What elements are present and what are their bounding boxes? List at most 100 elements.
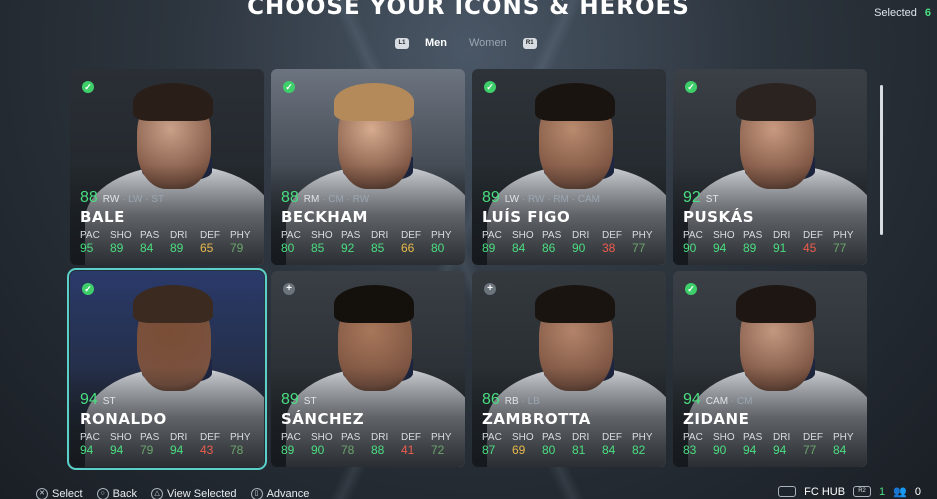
stat-labels: PAC SHO PAS DRI DEF PHY bbox=[683, 230, 861, 241]
fc-hub-label[interactable]: FC HUB bbox=[804, 486, 845, 498]
stat-value-phy: 78 bbox=[230, 443, 244, 457]
stat-value-dri: 94 bbox=[773, 443, 787, 457]
selected-check-icon[interactable]: ✓ bbox=[283, 81, 295, 93]
player-name: BECKHAM bbox=[281, 208, 368, 226]
positions: CAM · CM bbox=[706, 396, 753, 407]
stat-value-pac: 80 bbox=[281, 241, 295, 255]
primary-position: ST bbox=[102, 396, 116, 407]
player-name: SÁNCHEZ bbox=[281, 410, 365, 428]
circle-button-icon: ○ bbox=[96, 488, 109, 499]
stat-label-def: DEF bbox=[200, 432, 220, 443]
scrollbar[interactable] bbox=[880, 85, 883, 235]
stat-label-pas: PAS bbox=[743, 230, 763, 241]
l1-button-icon[interactable]: L1 bbox=[395, 37, 409, 49]
stat-label-pas: PAS bbox=[743, 432, 763, 443]
selected-count: 6 bbox=[924, 7, 931, 19]
stat-label-pac: PAC bbox=[482, 432, 502, 443]
triangle-button-icon: △ bbox=[151, 488, 164, 499]
player-card-snchez[interactable]: +89 ST SÁNCHEZ PAC SHO PAS DRI DEF PHY 89 90 78 88 41… bbox=[271, 271, 465, 467]
stat-value-dri: 89 bbox=[170, 241, 184, 255]
stat-value-pas: 89 bbox=[743, 241, 757, 255]
advance-action[interactable]: ▯ Advance bbox=[250, 488, 310, 499]
player-card-ronaldo[interactable]: ✓ 94 ST RONALDO PAC SHO PAS DRI DEF PHY 94 94 79 94 43… bbox=[67, 268, 267, 470]
stat-value-dri: 85 bbox=[371, 241, 385, 255]
player-card-lusfigo[interactable]: ✓ 89 LW · RW · RM · CAM LUÍS FIGO PAC SHO PAS D… bbox=[472, 69, 666, 265]
alt-positions: · CM · RW bbox=[319, 194, 370, 205]
stat-label-dri: DRI bbox=[170, 432, 188, 443]
player-card-pusks[interactable]: ✓ 92 ST PUSKÁS PAC SHO PAS DRI DEF PHY 90 94 89 91 45 7… bbox=[673, 69, 867, 265]
stat-label-pac: PAC bbox=[281, 432, 301, 443]
add-plus-icon[interactable]: + bbox=[484, 283, 496, 295]
rating-row: 94 CAM · CM bbox=[683, 391, 752, 409]
stat-label-pac: PAC bbox=[80, 230, 100, 241]
stat-label-pas: PAS bbox=[140, 432, 160, 443]
footer-actions: ✕ Select ○ Back △ View Selected ▯ Advanc… bbox=[36, 487, 309, 499]
stat-label-sho: SHO bbox=[512, 432, 534, 443]
rating-row: 89 LW · RW · RM · CAM bbox=[482, 189, 600, 207]
r1-button-icon[interactable]: R1 bbox=[522, 37, 537, 49]
stat-label-sho: SHO bbox=[110, 230, 132, 241]
stat-value-pac: 89 bbox=[482, 241, 496, 255]
selected-check-icon[interactable]: ✓ bbox=[82, 283, 94, 295]
stat-label-pas: PAS bbox=[341, 432, 361, 443]
player-card-bale[interactable]: ✓ 88 RW · LW · ST BALE PAC SHO PAS DRI DEF PHY 95 8… bbox=[70, 69, 264, 265]
stat-values: 90 94 89 91 45 77 bbox=[683, 241, 861, 255]
stat-values: 83 90 94 94 77 84 bbox=[683, 443, 861, 457]
fc-hub-button-icon[interactable] bbox=[778, 486, 797, 497]
player-card-zambrotta[interactable]: +86 RB · LB ZAMBROTTA PAC SHO PAS DRI DEF PHY 87 6… bbox=[472, 271, 666, 467]
stat-value-dri: 94 bbox=[170, 443, 184, 457]
selected-check-icon[interactable]: ✓ bbox=[685, 283, 697, 295]
stat-value-sho: 94 bbox=[713, 241, 727, 255]
stat-value-phy: 82 bbox=[632, 443, 646, 457]
stat-value-pas: 79 bbox=[140, 443, 154, 457]
primary-position: RM bbox=[303, 194, 320, 205]
stat-values: 94 94 79 94 43 78 bbox=[80, 443, 258, 457]
view-selected-action[interactable]: △ View Selected bbox=[151, 488, 237, 499]
player-name: BALE bbox=[80, 208, 125, 226]
stat-label-phy: PHY bbox=[431, 230, 452, 241]
rating-row: 89 ST bbox=[281, 391, 317, 409]
advance-label: Advance bbox=[266, 488, 310, 499]
selected-check-icon[interactable]: ✓ bbox=[82, 81, 94, 93]
stat-label-def: DEF bbox=[401, 432, 421, 443]
stat-label-def: DEF bbox=[200, 230, 220, 241]
stat-label-def: DEF bbox=[602, 432, 622, 443]
primary-position: RB bbox=[504, 396, 519, 407]
stat-label-pas: PAS bbox=[341, 230, 361, 241]
select-action[interactable]: ✕ Select bbox=[36, 488, 83, 499]
stat-value-pac: 95 bbox=[80, 241, 94, 255]
overall-rating: 94 bbox=[683, 391, 701, 408]
tab-men[interactable]: Men bbox=[419, 37, 453, 49]
stat-value-sho: 94 bbox=[110, 443, 124, 457]
add-plus-icon[interactable]: + bbox=[283, 283, 295, 295]
stat-value-def: 41 bbox=[401, 443, 415, 457]
stat-value-pas: 78 bbox=[341, 443, 355, 457]
stat-value-pas: 94 bbox=[743, 443, 757, 457]
friends-icon: 👥 bbox=[893, 486, 907, 498]
stat-value-dri: 90 bbox=[572, 241, 586, 255]
back-action[interactable]: ○ Back bbox=[96, 488, 137, 499]
stat-value-sho: 90 bbox=[311, 443, 325, 457]
player-card-beckham[interactable]: ✓ 88 RM · CM · RW BECKHAM PAC SHO PAS DRI DEF PHY… bbox=[271, 69, 465, 265]
stat-label-dri: DRI bbox=[371, 432, 389, 443]
stat-labels: PAC SHO PAS DRI DEF PHY bbox=[281, 230, 459, 241]
stat-value-phy: 77 bbox=[632, 241, 646, 255]
overall-rating: 88 bbox=[80, 189, 98, 206]
alt-positions: · CM bbox=[728, 396, 753, 407]
stat-value-sho: 90 bbox=[713, 443, 727, 457]
selected-check-icon[interactable]: ✓ bbox=[484, 81, 496, 93]
coins-count: 1 bbox=[879, 485, 886, 498]
stat-labels: PAC SHO PAS DRI DEF PHY bbox=[683, 432, 861, 443]
page-title: CHOOSE YOUR ICONS & HEROES bbox=[247, 0, 690, 20]
stat-value-pac: 87 bbox=[482, 443, 496, 457]
cross-button-icon: ✕ bbox=[36, 488, 48, 499]
stat-values: 89 90 78 88 41 72 bbox=[281, 443, 459, 457]
tab-women[interactable]: Women bbox=[463, 37, 513, 49]
player-card-zidane[interactable]: ✓ 94 CAM · CM ZIDANE PAC SHO PAS DRI DEF PHY 83 90 9… bbox=[673, 271, 867, 467]
rating-row: 88 RW · LW · ST bbox=[80, 189, 164, 207]
overall-rating: 88 bbox=[281, 189, 299, 206]
selected-check-icon[interactable]: ✓ bbox=[685, 81, 697, 93]
stat-labels: PAC SHO PAS DRI DEF PHY bbox=[281, 432, 459, 443]
stat-values: 80 85 92 85 66 80 bbox=[281, 241, 459, 255]
rating-row: 86 RB · LB bbox=[482, 391, 540, 409]
